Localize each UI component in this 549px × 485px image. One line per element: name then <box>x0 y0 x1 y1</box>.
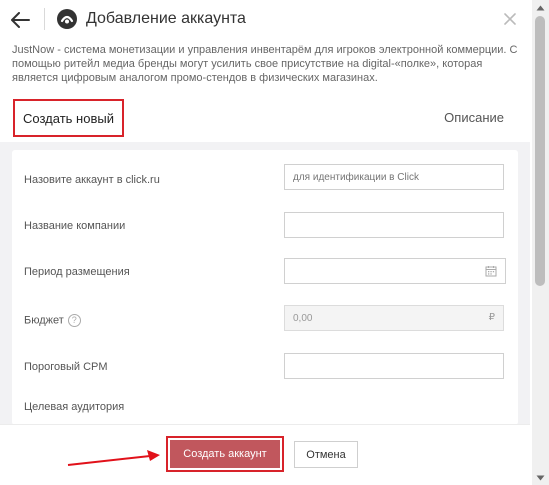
company-name-input[interactable] <box>284 212 504 238</box>
add-account-dialog: Добавление аккаунта JustNow - система мо… <box>0 0 549 485</box>
annotation-arrow <box>67 450 160 466</box>
company-name-label: Название компании <box>24 220 126 232</box>
currency-symbol: ₽ <box>488 312 495 323</box>
target-audience-label: Целевая аудитория <box>24 401 125 413</box>
form-panel <box>12 150 518 425</box>
scroll-up-icon[interactable] <box>536 4 545 12</box>
brand-logo-icon <box>57 9 77 29</box>
budget-value: 0,00 <box>293 312 313 324</box>
period-label: Период размещения <box>24 266 130 278</box>
header-divider <box>44 8 45 30</box>
calendar-icon <box>485 266 497 277</box>
arrow-left-icon <box>11 12 30 28</box>
create-account-button[interactable]: Создать аккаунт <box>166 436 284 472</box>
tab-bar: Создать новый Описание <box>12 98 522 140</box>
account-name-label: Назовите аккаунт в click.ru <box>24 174 160 186</box>
threshold-cpm-input[interactable] <box>284 353 504 379</box>
dialog-header: Добавление аккаунта <box>0 0 549 40</box>
account-name-input[interactable] <box>284 164 504 190</box>
budget-input: 0,00 ₽ <box>284 305 504 331</box>
integration-description: JustNow - система монетизации и управлен… <box>12 44 518 84</box>
budget-label-text: Бюджет <box>24 314 64 327</box>
dialog-title: Добавление аккаунта <box>86 10 246 27</box>
budget-label: Бюджет? <box>24 314 81 327</box>
tab-create-new[interactable]: Создать новый <box>13 99 124 137</box>
question-icon[interactable]: ? <box>67 314 81 327</box>
period-date-picker[interactable] <box>284 258 506 284</box>
scroll-down-icon[interactable] <box>536 474 545 482</box>
tab-description[interactable]: Описание <box>444 110 504 125</box>
scrollbar-thumb[interactable] <box>535 16 545 286</box>
close-icon[interactable] <box>502 11 518 27</box>
cancel-button[interactable]: Отмена <box>294 441 358 468</box>
back-button[interactable] <box>6 6 34 34</box>
threshold-cpm-label: Пороговый CPM <box>24 361 108 373</box>
